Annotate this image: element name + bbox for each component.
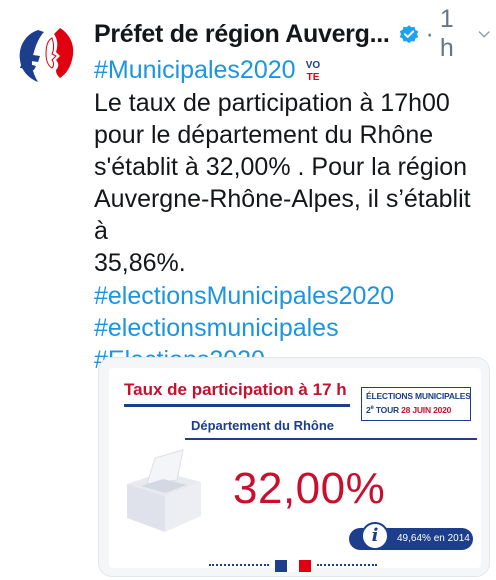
tweet-text-line: s'établit à 32,00% . Pour la région <box>94 153 468 181</box>
info-icon: i <box>361 522 389 550</box>
department-label: Département du Rhône <box>191 418 335 433</box>
hashtag-elections-municipales[interactable]: #electionsmunicipales <box>94 312 490 344</box>
hashtag-municipales2020[interactable]: #Municipales2020 <box>94 54 296 86</box>
separator-dot: · <box>425 19 434 48</box>
election-badge-line1: ÉLECTIONS MUNICIPALES <box>366 391 471 401</box>
chevron-down-icon[interactable] <box>478 28 490 40</box>
tweet-text-line: Le taux de participation à 17h00 <box>94 89 450 117</box>
election-badge: ÉLECTIONS MUNICIPALES 2e TOUR 28 JUIN 20… <box>361 387 471 421</box>
french-flag-icon <box>275 560 311 572</box>
comparison-text: 49,64% en 2014 <box>397 533 470 544</box>
infographic-title: Taux de participation à 17 h <box>124 380 347 399</box>
media-card[interactable]: Taux de participation à 17 h ÉLECTIONS M… <box>98 357 490 577</box>
divider-left <box>209 564 269 566</box>
tweet-text-line: 35,86%. <box>94 249 186 277</box>
marianne-logo-icon <box>19 28 74 82</box>
vote-emoji-icon: VO TE <box>305 60 320 83</box>
participation-rate: 32,00% <box>233 464 386 513</box>
tweet-time[interactable]: 1 h <box>440 5 464 63</box>
tweet: Préfet de région Auverg... · 1 h #Munici… <box>94 5 490 376</box>
title-underline <box>124 404 350 407</box>
avatar[interactable] <box>8 16 84 92</box>
ballot-box-icon <box>127 449 201 532</box>
verified-badge-icon <box>399 25 418 44</box>
hashtag-elections-municipales-2020[interactable]: #electionsMunicipales2020 <box>94 280 490 312</box>
tweet-text-line: Auvergne-Rhône-Alpes, il s’établit à <box>94 185 471 245</box>
round-label: TOUR <box>373 404 402 415</box>
department-underline <box>185 438 477 440</box>
tweet-text-line: pour le département du Rhône <box>94 121 434 149</box>
infographic: Taux de participation à 17 h ÉLECTIONS M… <box>109 368 481 572</box>
tweet-header: Préfet de région Auverg... · 1 h <box>94 5 490 62</box>
divider-right <box>317 564 377 566</box>
election-date: 28 JUIN 2020 <box>401 404 452 415</box>
svg-text:TE: TE <box>306 72 319 83</box>
tweet-text: Le taux de participation à 17h00 pour le… <box>94 87 490 279</box>
svg-text:VO: VO <box>305 60 320 71</box>
election-badge-line2: 2e TOUR 28 JUIN 2020 <box>366 402 466 416</box>
author-name[interactable]: Préfet de région Auverg... <box>94 20 390 49</box>
hashtag-line: #Municipales2020 VO TE <box>94 54 490 86</box>
